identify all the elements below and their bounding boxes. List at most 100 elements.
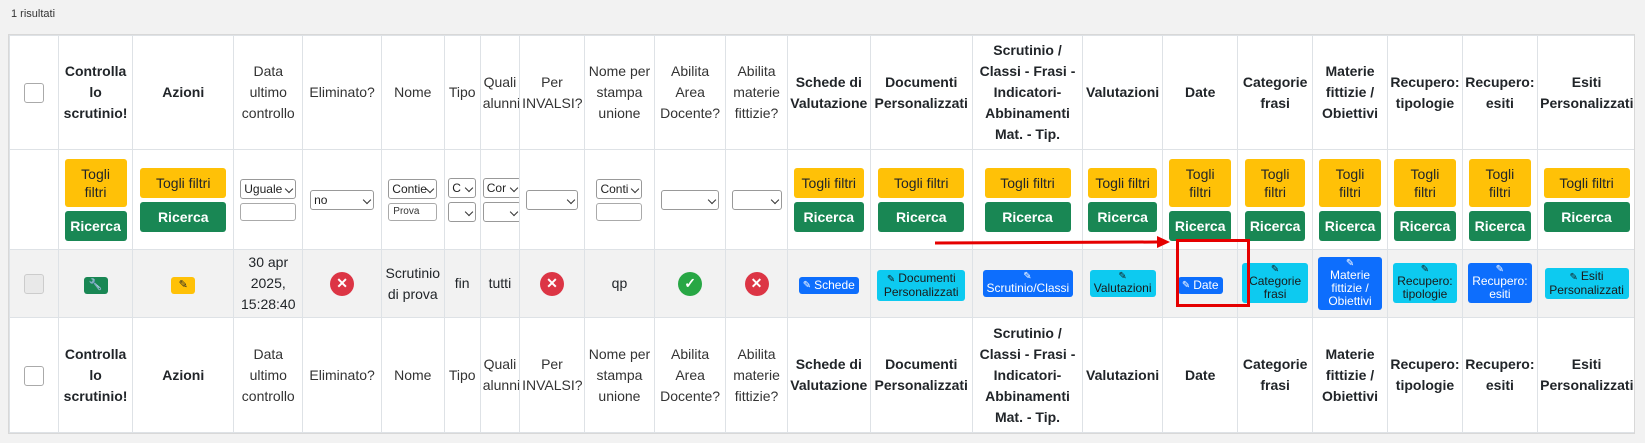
- scrutinio-classi-button[interactable]: ✎ Scrutinio/Classi: [982, 269, 1073, 297]
- quali-operator-select[interactable]: Cor: [482, 177, 519, 198]
- x-circle-icon: ✕: [539, 271, 564, 296]
- footer-nome: Nome: [380, 317, 445, 433]
- schede-button[interactable]: ✎ Schede: [798, 277, 859, 294]
- header-eliminato: Eliminato?: [302, 35, 382, 150]
- header-tipo: Tipo: [443, 35, 481, 150]
- footer-invalsi: Per INVALSI?: [519, 317, 585, 433]
- footer-scrutinio: Scrutinio / Classi - Frasi - Indicatori-…: [971, 317, 1084, 433]
- search-button[interactable]: Ricerca: [1468, 210, 1531, 241]
- select-all-checkbox[interactable]: [23, 365, 44, 386]
- search-button[interactable]: Ricerca: [64, 210, 127, 241]
- header-invalsi: Per INVALSI?: [519, 35, 585, 150]
- edit-icon: ✎: [886, 273, 896, 285]
- eliminato-select[interactable]: no: [310, 189, 375, 210]
- edit-icon: ✎: [1181, 280, 1191, 291]
- search-button[interactable]: Ricerca: [1245, 210, 1306, 241]
- nome-filter-input[interactable]: Prova: [388, 202, 438, 221]
- clear-filters-button[interactable]: Togli filtri: [793, 167, 864, 198]
- header-rec-esiti: Recupero: esiti: [1461, 35, 1539, 150]
- clear-filters-button[interactable]: Togli filtri: [878, 167, 965, 198]
- abilita-materie-select[interactable]: [731, 189, 782, 210]
- tipo-operator-select[interactable]: C: [448, 177, 477, 198]
- header-categorie: Categorie frasi: [1237, 35, 1313, 150]
- esiti-personalizzati-button[interactable]: ✎ Esiti Personalizzati: [1544, 267, 1629, 299]
- footer-eliminato: Eliminato?: [302, 317, 382, 433]
- categorie-frasi-button[interactable]: ✎ Categorie frasi: [1242, 263, 1309, 303]
- row-checkbox[interactable]: [23, 274, 44, 295]
- header-abilita-materie: Abilita materie fittizie?: [725, 35, 788, 150]
- footer-esiti: Esiti Personalizzati: [1537, 317, 1634, 433]
- cell-nome: Scrutinio di prova: [380, 249, 445, 318]
- recupero-esiti-button[interactable]: ✎ Recupero: esiti: [1467, 263, 1532, 303]
- header-date: Date: [1161, 35, 1239, 150]
- materie-fittizie-button[interactable]: ✎ Materie fittizie / Obiettivi: [1318, 256, 1383, 310]
- header-abilita-area: Abilita Area Docente?: [654, 35, 727, 150]
- header-nome-stampa: Nome per stampa unione: [583, 35, 656, 150]
- clear-filters-button[interactable]: Togli filtri: [1169, 158, 1232, 207]
- header-azioni: Azioni: [132, 35, 235, 150]
- edit-icon: ✎: [1569, 271, 1578, 283]
- footer-rec-esiti: Recupero: esiti: [1461, 317, 1539, 433]
- header-esiti: Esiti Personalizzati: [1537, 35, 1634, 150]
- abilita-area-select[interactable]: [661, 189, 720, 210]
- cell-nome-stampa: qp: [583, 249, 656, 318]
- search-button[interactable]: Ricerca: [984, 201, 1071, 232]
- footer-header-row: Controlla lo scrutinio! Azioni Data ulti…: [9, 317, 1634, 433]
- footer-categorie: Categorie frasi: [1237, 317, 1313, 433]
- footer-schede: Schede di Valutazione: [786, 317, 871, 433]
- clear-filters-button[interactable]: Togli filtri: [64, 158, 127, 207]
- clear-filters-button[interactable]: Togli filtri: [140, 167, 227, 198]
- filter-row: Togli filtri Ricerca Togli filtri Ricerc…: [9, 149, 1634, 250]
- clear-filters-button[interactable]: Togli filtri: [1088, 167, 1158, 198]
- search-button[interactable]: Ricerca: [1088, 201, 1158, 232]
- select-all-checkbox[interactable]: [23, 83, 44, 104]
- x-circle-icon: ✕: [744, 271, 769, 296]
- footer-materie: Materie fittizie / Obiettivi: [1311, 317, 1389, 433]
- footer-abilita-materie: Abilita materie fittizie?: [725, 317, 788, 433]
- search-button[interactable]: Ricerca: [878, 201, 965, 232]
- nome-stampa-filter-input[interactable]: [596, 202, 643, 221]
- valutazioni-button[interactable]: ✎ Valutazioni: [1089, 269, 1156, 297]
- header-quali: Quali alunni: [479, 35, 521, 150]
- nome-operator-select[interactable]: Contie: [388, 178, 438, 199]
- cell-data-ultimo-controllo: 30 apr 2025, 15:28:40: [233, 249, 304, 318]
- edit-icon[interactable]: ✎: [171, 277, 196, 294]
- clear-filters-button[interactable]: Togli filtri: [1245, 158, 1306, 207]
- data-filter-input[interactable]: [240, 202, 297, 221]
- documenti-button[interactable]: ✎ Documenti Personalizzati: [877, 269, 966, 301]
- tipo-value-select[interactable]: [448, 201, 477, 222]
- header-valutazioni: Valutazioni: [1082, 35, 1163, 150]
- header-controlla: Controlla lo scrutinio!: [57, 35, 134, 150]
- clear-filters-button[interactable]: Togli filtri: [1543, 167, 1630, 198]
- select-all-cell: [9, 35, 59, 150]
- data-operator-select[interactable]: Uguale: [240, 178, 297, 199]
- header-rec-tip: Recupero: tipologie: [1387, 35, 1463, 150]
- clear-filters-button[interactable]: Togli filtri: [984, 167, 1071, 198]
- search-button[interactable]: Ricerca: [1393, 210, 1456, 241]
- date-button[interactable]: ✎ Date: [1177, 277, 1223, 294]
- cell-quali-alunni: tutti: [479, 249, 521, 318]
- search-button[interactable]: Ricerca: [1319, 210, 1382, 241]
- results-count: 1 risultati: [11, 8, 56, 20]
- footer-controlla: Controlla lo scrutinio!: [57, 317, 134, 433]
- footer-rec-tip: Recupero: tipologie: [1387, 317, 1463, 433]
- footer-data: Data ultimo controllo: [233, 317, 304, 433]
- clear-filters-button[interactable]: Togli filtri: [1393, 158, 1456, 207]
- clear-filters-button[interactable]: Togli filtri: [1468, 158, 1531, 207]
- search-button[interactable]: Ricerca: [140, 201, 227, 232]
- quali-value-select[interactable]: [482, 201, 519, 222]
- footer-abilita-area: Abilita Area Docente?: [654, 317, 727, 433]
- nome-stampa-operator-select[interactable]: Conti: [596, 178, 643, 199]
- invalsi-select[interactable]: [525, 189, 578, 210]
- wrench-icon[interactable]: 🔧: [83, 277, 108, 294]
- footer-quali: Quali alunni: [479, 317, 521, 433]
- recupero-tipologie-button[interactable]: ✎ Recupero: tipologie: [1392, 263, 1457, 303]
- search-button[interactable]: Ricerca: [793, 201, 864, 232]
- search-button[interactable]: Ricerca: [1543, 201, 1630, 232]
- footer-date: Date: [1161, 317, 1239, 433]
- x-circle-icon: ✕: [330, 271, 355, 296]
- clear-filters-button[interactable]: Togli filtri: [1319, 158, 1382, 207]
- search-button[interactable]: Ricerca: [1169, 210, 1232, 241]
- header-data: Data ultimo controllo: [233, 35, 304, 150]
- results-table-container: Controlla lo scrutinio! Azioni Data ulti…: [8, 34, 1635, 434]
